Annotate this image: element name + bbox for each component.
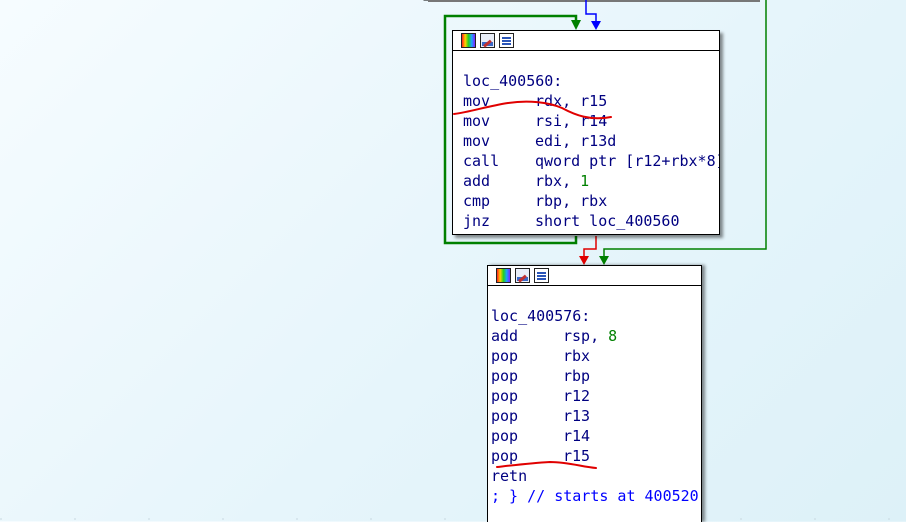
instruction-line[interactable]: retn [491, 466, 701, 486]
edge-loop-back-arrowhead [571, 20, 581, 30]
mnemonic: mov [463, 132, 491, 150]
operands: rbx [563, 347, 591, 365]
instruction-line[interactable]: cmp rbp, rbx [463, 191, 719, 211]
edge-false-branch [583, 236, 597, 257]
graph-view-canvas[interactable]: loc_400560: mov rdx, r15 mov rsi, r14 mov e… [0, 0, 906, 522]
edge-false-branch-arrowhead [579, 256, 589, 265]
immediate-value: 1 [580, 172, 590, 190]
operands: rsp, [563, 327, 609, 345]
mnemonic: add [463, 172, 491, 190]
instruction-line[interactable]: pop rbx [491, 346, 701, 366]
rename-pencil-icon[interactable] [480, 33, 495, 48]
mnemonic: pop [491, 367, 519, 385]
graph-overview-icon[interactable] [499, 33, 514, 48]
mnemonic: pop [491, 447, 519, 465]
edge-normal-flow-into-loop [585, 0, 597, 22]
immediate-value: 8 [608, 327, 618, 345]
instruction-line[interactable]: call qword ptr [r12+rbx*8] [463, 151, 719, 171]
operands: r12 [563, 387, 591, 405]
instruction-line[interactable]: add rsp, 8 [491, 326, 701, 346]
instruction-line[interactable]: pop r13 [491, 406, 701, 426]
operands: r15 [563, 447, 591, 465]
graph-overview-icon[interactable] [534, 268, 549, 283]
code-label[interactable]: loc_400576: [491, 306, 701, 326]
instruction-line[interactable]: mov rsi, r14 [463, 111, 719, 131]
operands: r13 [563, 407, 591, 425]
code-label[interactable]: loc_400560: [463, 71, 719, 91]
mnemonic: pop [491, 427, 519, 445]
rename-pencil-icon[interactable] [515, 268, 530, 283]
edge-true-branch-arrowhead [599, 256, 609, 265]
mnemonic: call [463, 152, 500, 170]
mnemonic: retn [491, 467, 528, 485]
instruction-line[interactable]: pop r12 [491, 386, 701, 406]
code-comment: ; } // starts at 400520 [491, 487, 699, 505]
code-block-loc-400576[interactable]: loc_400576: add rsp, 8 pop rbx pop rbp pop r… [487, 265, 702, 522]
operands: short loc_400560 [535, 212, 680, 230]
block-header [453, 31, 719, 51]
color-palette-icon[interactable] [461, 33, 476, 48]
code-block-loc-400560[interactable]: loc_400560: mov rdx, r15 mov rsi, r14 mov e… [452, 30, 720, 235]
mnemonic: cmp [463, 192, 491, 210]
instruction-line[interactable]: mov rdx, r15 [463, 91, 719, 111]
mnemonic: pop [491, 347, 519, 365]
operands: rdx, r15 [535, 92, 608, 110]
edge-normal-flow-arrowhead [591, 21, 601, 30]
block-header [488, 266, 701, 286]
mnemonic: jnz [463, 212, 491, 230]
operands: rbp, rbx [535, 192, 608, 210]
block-code: loc_400576: add rsp, 8 pop rbx pop rbp pop r… [488, 286, 701, 506]
operands: edi, r13d [535, 132, 617, 150]
instruction-line[interactable]: pop r14 [491, 426, 701, 446]
instruction-line[interactable]: pop r15 [491, 446, 701, 466]
mnemonic: pop [491, 407, 519, 425]
operands: qword ptr [r12+rbx*8] [535, 152, 720, 170]
mnemonic: mov [463, 92, 491, 110]
instruction-line[interactable]: jnz short loc_400560 [463, 211, 719, 231]
operands: rbp [563, 367, 591, 385]
mnemonic: add [491, 327, 519, 345]
mnemonic: pop [491, 387, 519, 405]
block-code: loc_400560: mov rdx, r15 mov rsi, r14 mov e… [453, 51, 719, 231]
color-palette-icon[interactable] [496, 268, 511, 283]
operands: rsi, r14 [535, 112, 608, 130]
instruction-line[interactable]: add rbx, 1 [463, 171, 719, 191]
operands: r14 [563, 427, 591, 445]
operands: rbx, [535, 172, 581, 190]
mnemonic: mov [463, 112, 491, 130]
instruction-line[interactable]: pop rbp [491, 366, 701, 386]
instruction-line[interactable]: mov edi, r13d [463, 131, 719, 151]
